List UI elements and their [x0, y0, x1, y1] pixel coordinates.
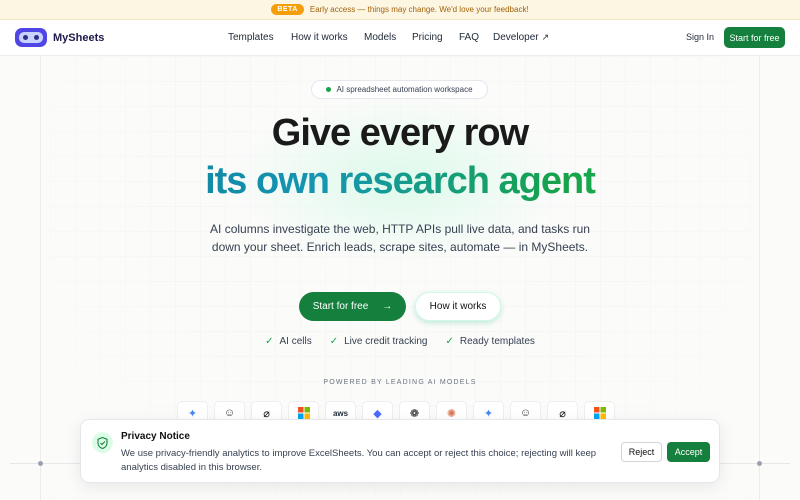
- feature-check-item: ✓ AI cells: [265, 336, 312, 347]
- privacy-title: Privacy Notice: [121, 431, 190, 442]
- privacy-text: We use privacy-friendly analytics to imp…: [121, 448, 597, 473]
- nav-link-developer-label: Developer: [493, 32, 539, 43]
- logo-robot-icon: [15, 28, 47, 47]
- feature-check-label: Ready templates: [459, 336, 535, 347]
- check-icon: ✓: [445, 336, 454, 347]
- check-icon: ✓: [329, 336, 339, 347]
- hero-start-free-label: Start for free: [312, 301, 369, 312]
- feature-check-item: ✓ Ready templates: [445, 336, 534, 347]
- hero-headline-gradient: its own research agent: [0, 160, 800, 203]
- nav-link-models[interactable]: Models: [364, 32, 412, 43]
- nav-link-developer[interactable]: Developer ↗: [493, 32, 549, 43]
- accept-button[interactable]: Accept: [667, 442, 710, 462]
- hero-pill: AI spreadsheet automation workspace: [311, 80, 488, 99]
- divider-dot: [38, 461, 43, 466]
- logo-text: MySheets: [53, 31, 105, 44]
- feature-check-label: Live credit tracking: [344, 336, 428, 347]
- divider-dot: [757, 461, 762, 466]
- reject-button[interactable]: Reject: [621, 442, 662, 462]
- how-it-works-button[interactable]: How it works: [415, 292, 501, 321]
- hero-headline: Give every row: [271, 112, 529, 154]
- hero-pill-text: AI spreadsheet automation workspace: [336, 85, 473, 94]
- nav-link-how-it-works[interactable]: How it works: [291, 32, 364, 43]
- nav-start-free-button[interactable]: Start for free: [724, 27, 785, 48]
- external-link-icon: ↗: [541, 32, 550, 42]
- privacy-notice: Privacy Notice We use privacy-friendly a…: [80, 419, 720, 483]
- feature-checks: ✓ AI cells ✓ Live credit tracking ✓ Read…: [0, 336, 800, 347]
- aws-label: aws: [332, 408, 349, 418]
- green-dot-icon: [326, 87, 332, 92]
- beta-badge: BETA: [271, 4, 304, 15]
- hero-subtitle: AI columns investigate the web, HTTP API…: [210, 222, 590, 254]
- arrow-right-icon: →: [382, 301, 393, 312]
- nav-link-templates[interactable]: Templates: [228, 32, 291, 43]
- feature-check-item: ✓ Live credit tracking: [330, 336, 428, 347]
- nav-link-pricing[interactable]: Pricing: [412, 32, 459, 43]
- check-icon: ✓: [265, 336, 274, 347]
- logo[interactable]: MySheets: [15, 28, 104, 47]
- shield-check-icon: [92, 432, 113, 453]
- hero-start-free-button[interactable]: Start for free →: [299, 292, 406, 321]
- top-nav: MySheets Templates How it works Models P…: [0, 20, 800, 56]
- feature-check-label: AI cells: [279, 336, 312, 347]
- banner-text: Early access — things may change. We'd l…: [309, 5, 529, 14]
- beta-banner: BETA Early access — things may change. W…: [0, 0, 800, 20]
- powered-by-heading: POWERED BY LEADING AI MODELS: [323, 379, 477, 386]
- sign-in-link[interactable]: Sign In: [686, 32, 714, 42]
- nav-links: Templates How it works Models Pricing FA…: [228, 32, 549, 43]
- nav-link-faq[interactable]: FAQ: [459, 32, 493, 43]
